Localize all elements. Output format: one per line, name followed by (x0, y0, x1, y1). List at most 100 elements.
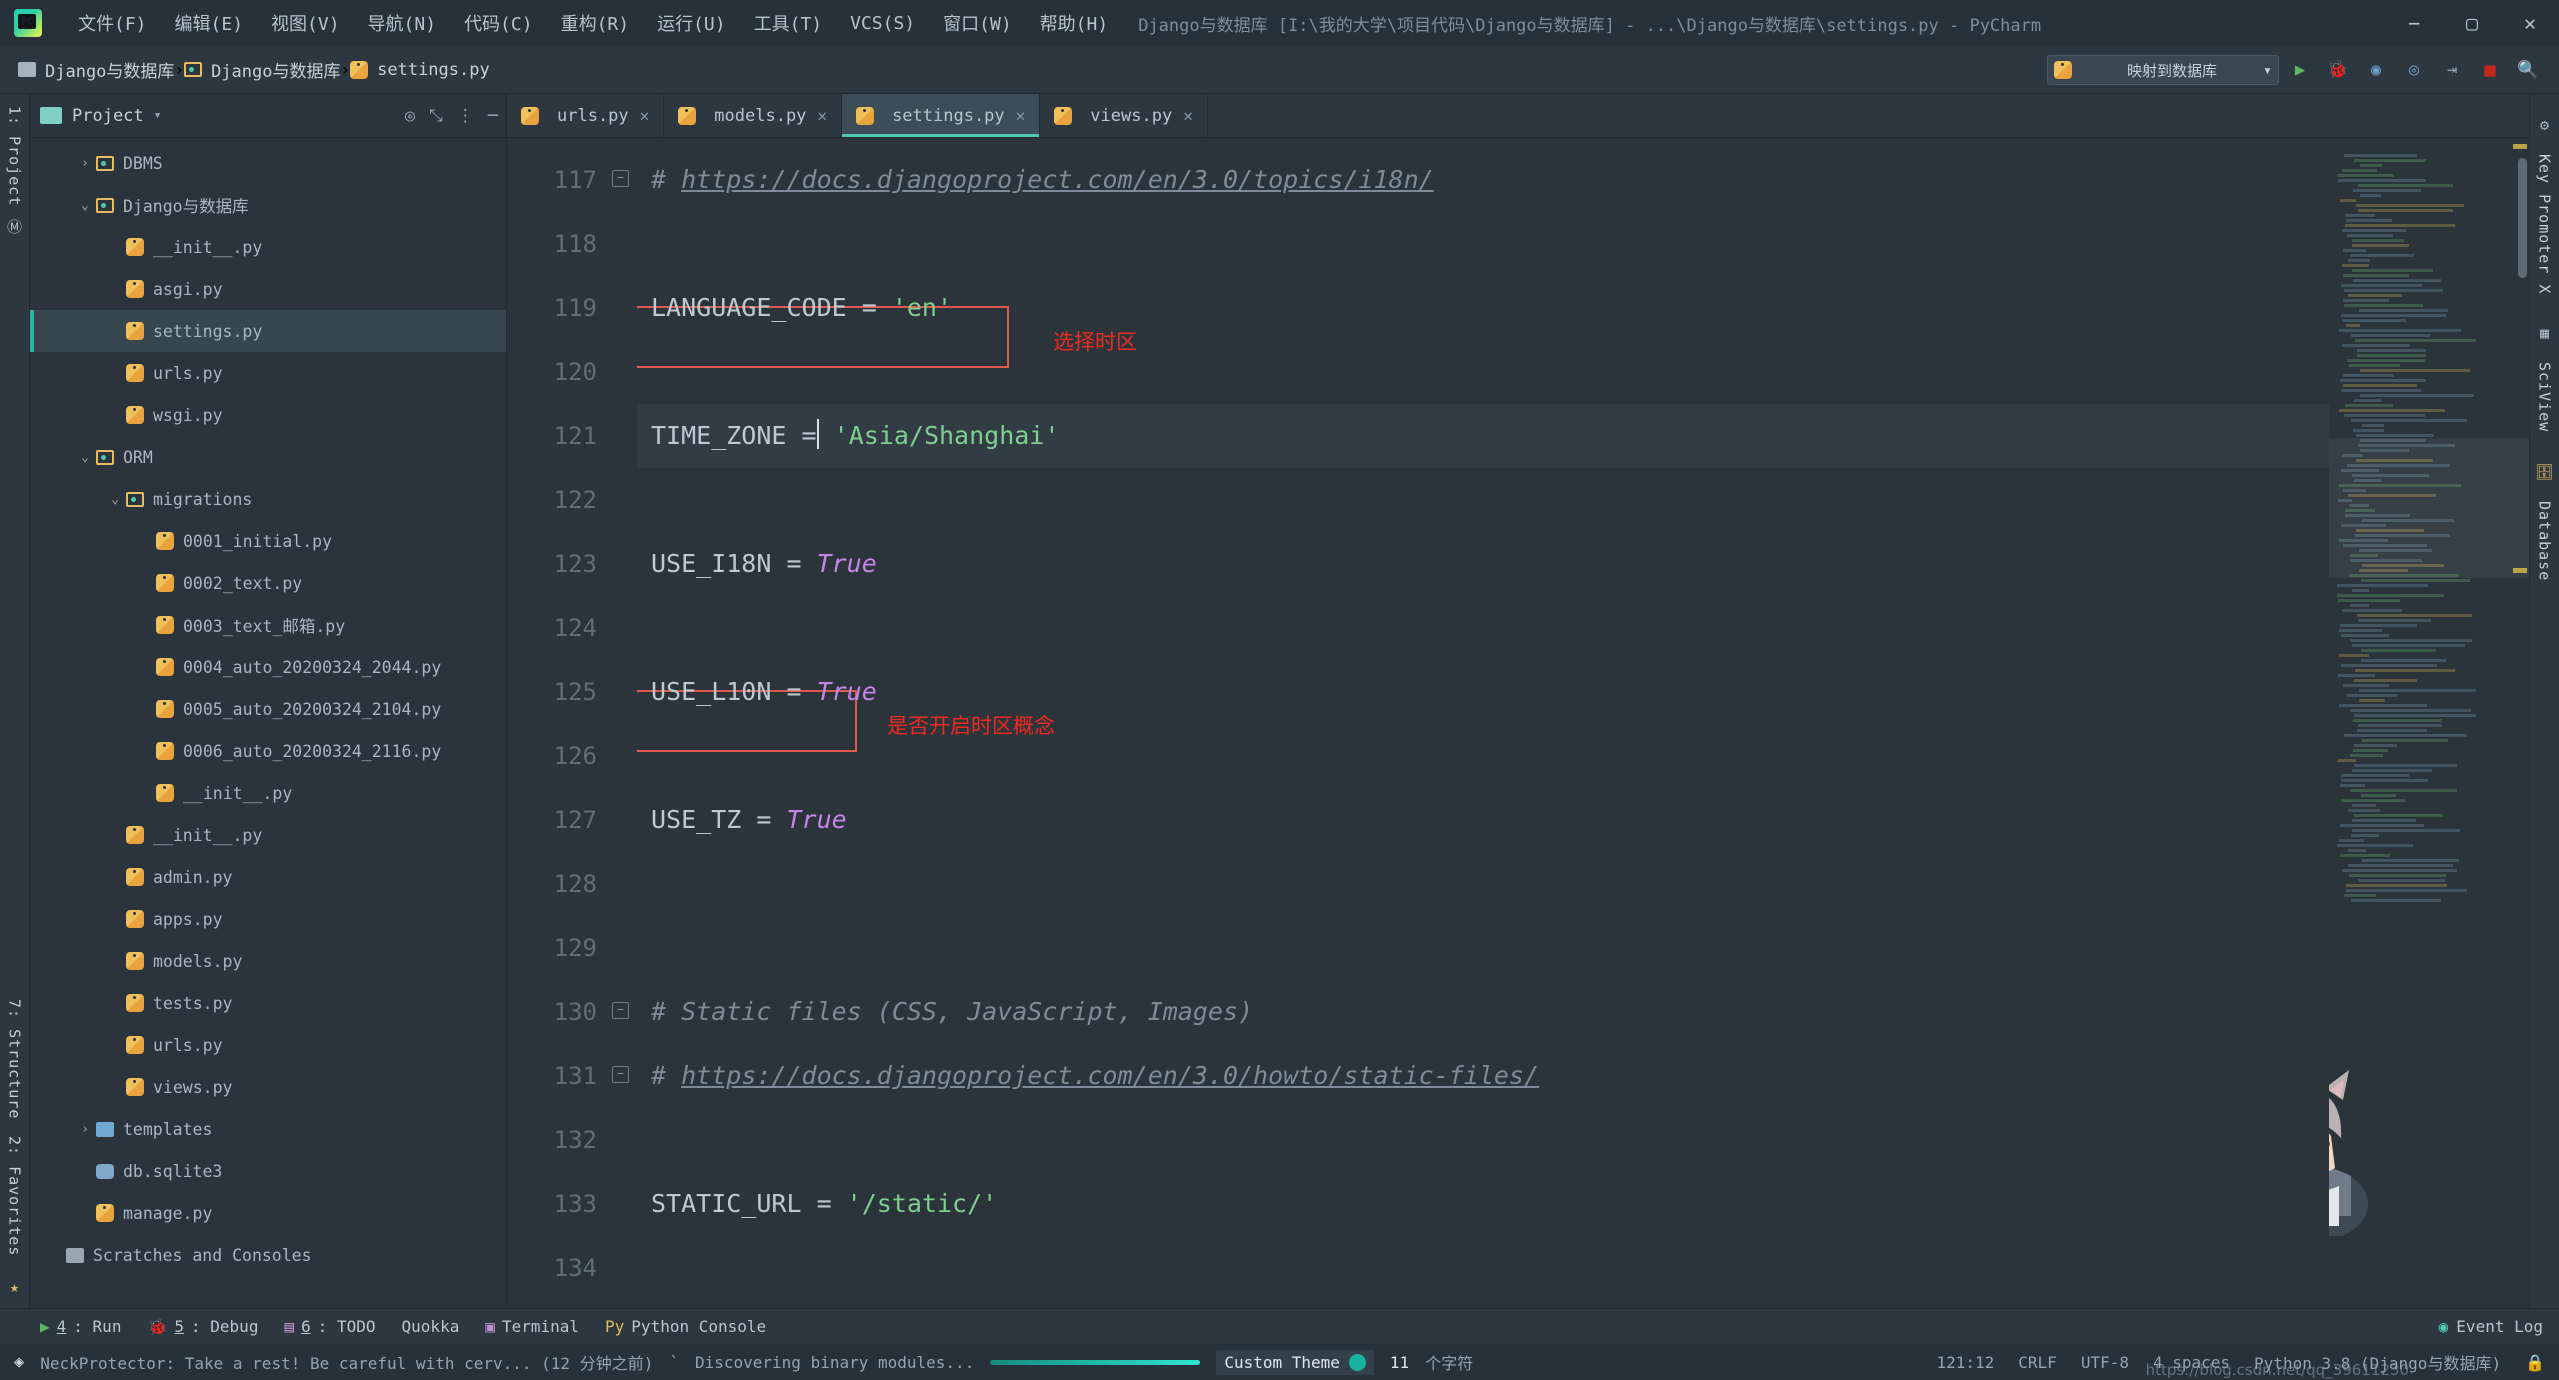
profile-icon[interactable]: ◎ (2397, 53, 2431, 87)
tree-item-django-[interactable]: ⌄Django与数据库 (30, 184, 506, 226)
line-number-126[interactable]: 126 (507, 724, 637, 788)
minimize-button[interactable]: − (2385, 0, 2443, 46)
collapse-icon[interactable]: ⤡ (429, 106, 443, 126)
code-line-120[interactable] (637, 340, 2329, 404)
code-line-133[interactable]: STATIC_URL = '/static/' (637, 1172, 2329, 1236)
tree-item-admin-py[interactable]: admin.py (30, 856, 506, 898)
fold-marker-icon[interactable]: − (612, 170, 629, 187)
theme-color-dot-icon[interactable] (1349, 1354, 1366, 1371)
chevron-down-icon[interactable]: ⌄ (74, 450, 96, 465)
status-message[interactable]: NeckProtector: Take a rest! Be careful w… (40, 1350, 653, 1374)
sidebar-item-database[interactable]: Database (2536, 501, 2554, 581)
line-number-117[interactable]: 117− (507, 148, 637, 212)
code-line-126[interactable] (637, 724, 2329, 788)
menu-item-4[interactable]: 代码(C) (450, 10, 547, 36)
tree-item--init-py[interactable]: __init__.py (30, 772, 506, 814)
code-editor[interactable]: 选择时区 是否开启时区概念 # https://docs.djangoproje… (637, 138, 2329, 1308)
code-line-134[interactable] (637, 1236, 2329, 1300)
run-icon[interactable]: ▶ (2283, 53, 2317, 87)
tree-item-0006-auto-20200324-2116-py[interactable]: 0006_auto_20200324_2116.py (30, 730, 506, 772)
chevron-down-icon[interactable]: ▾ (154, 108, 162, 123)
tab-close-icon[interactable]: ✕ (1016, 106, 1026, 125)
breadcrumb-item-0[interactable]: Django与数据库 (18, 57, 174, 82)
code-line-118[interactable] (637, 212, 2329, 276)
warning-marker[interactable] (2513, 568, 2527, 573)
fold-marker-icon[interactable]: − (612, 1002, 629, 1019)
menu-item-7[interactable]: 工具(T) (740, 10, 837, 36)
debug-icon[interactable]: 🐞 (2321, 53, 2355, 87)
maximize-button[interactable]: ▢ (2443, 0, 2501, 46)
tree-item-migrations[interactable]: ⌄migrations (30, 478, 506, 520)
tree-item-settings-py[interactable]: settings.py (30, 310, 506, 352)
run-configuration-selector[interactable]: 映射到数据库 ▾ (2047, 55, 2279, 85)
code-line-129[interactable] (637, 916, 2329, 980)
tree-item-tests-py[interactable]: tests.py (30, 982, 506, 1024)
tab-close-icon[interactable]: ✕ (1183, 106, 1193, 125)
line-number-123[interactable]: 123 (507, 532, 637, 596)
code-line-132[interactable] (637, 1108, 2329, 1172)
project-tree[interactable]: ›DBMS⌄Django与数据库__init__.pyasgi.pysettin… (30, 138, 506, 1308)
code-line-122[interactable] (637, 468, 2329, 532)
menu-item-2[interactable]: 视图(V) (257, 10, 354, 36)
tree-item-0003-text-py[interactable]: 0003_text_邮箱.py (30, 604, 506, 646)
tool-window-button--todo[interactable]: ▤6: TODO (284, 1317, 375, 1336)
tool-window-button-terminal[interactable]: ▣Terminal (485, 1317, 579, 1336)
tree-item-scratches-and-consoles[interactable]: Scratches and Consoles (30, 1234, 506, 1276)
tree-item-wsgi-py[interactable]: wsgi.py (30, 394, 506, 436)
editor-scrollbar[interactable] (2518, 158, 2527, 278)
close-button[interactable]: ✕ (2501, 0, 2559, 46)
chevron-right-icon[interactable]: › (74, 1122, 96, 1137)
grid-icon[interactable]: ▦ (2540, 324, 2549, 342)
theme-switcher[interactable]: Custom Theme (1216, 1350, 1374, 1375)
search-icon[interactable]: 🔍 (2511, 53, 2545, 87)
tree-item-apps-py[interactable]: apps.py (30, 898, 506, 940)
line-number-122[interactable]: 122 (507, 468, 637, 532)
coverage-icon[interactable]: ◉ (2359, 53, 2393, 87)
code-line-121[interactable]: TIME_ZONE = 'Asia/Shanghai' (637, 404, 2329, 468)
tab-close-icon[interactable]: ✕ (640, 106, 650, 125)
chevron-down-icon[interactable]: ⌄ (74, 198, 96, 213)
code-line-127[interactable]: USE_TZ = True (637, 788, 2329, 852)
tab-close-icon[interactable]: ✕ (817, 106, 827, 125)
event-log-button[interactable]: ◉Event Log (2439, 1317, 2543, 1336)
fold-marker-icon[interactable]: − (612, 1066, 629, 1083)
menu-item-1[interactable]: 编辑(E) (161, 10, 258, 36)
star-icon[interactable]: ★ (10, 1278, 19, 1296)
breadcrumb-item-1[interactable]: Django与数据库 (184, 57, 340, 82)
tool-window-button--debug[interactable]: 🐞5: Debug (147, 1317, 258, 1336)
chevron-right-icon[interactable]: › (74, 156, 96, 171)
lock-icon[interactable]: 🔒 (2525, 1353, 2545, 1372)
line-separator[interactable]: CRLF (2018, 1353, 2057, 1372)
module-icon[interactable]: Ⓜ (7, 216, 22, 237)
code-line-123[interactable]: USE_I18N = True (637, 532, 2329, 596)
hide-icon[interactable]: ─ (488, 106, 498, 126)
tab-views-py[interactable]: views.py✕ (1040, 94, 1208, 137)
tab-models-py[interactable]: models.py✕ (664, 94, 842, 137)
line-number-130[interactable]: 130− (507, 980, 637, 1044)
line-number-125[interactable]: 125 (507, 660, 637, 724)
sidebar-item-sciview[interactable]: SciView (2536, 362, 2554, 432)
sidebar-item-structure[interactable]: 7: Structure (6, 999, 24, 1119)
tree-item-dbms[interactable]: ›DBMS (30, 142, 506, 184)
code-line-128[interactable] (637, 852, 2329, 916)
code-line-130[interactable]: # Static files (CSS, JavaScript, Images) (637, 980, 2329, 1044)
tab-settings-py[interactable]: settings.py✕ (842, 94, 1040, 137)
line-number-134[interactable]: 134 (507, 1236, 637, 1300)
menu-item-0[interactable]: 文件(F) (64, 10, 161, 36)
tree-item-0004-auto-20200324-2044-py[interactable]: 0004_auto_20200324_2044.py (30, 646, 506, 688)
line-number-129[interactable]: 129 (507, 916, 637, 980)
attach-icon[interactable]: ⇥ (2435, 53, 2469, 87)
tool-window-button-python-console[interactable]: PyPython Console (605, 1317, 766, 1336)
menu-item-10[interactable]: 帮助(H) (1026, 10, 1123, 36)
line-number-118[interactable]: 118 (507, 212, 637, 276)
target-icon[interactable]: ◎ (405, 106, 415, 126)
menu-item-9[interactable]: 窗口(W) (929, 10, 1026, 36)
chevron-down-icon[interactable]: ⌄ (104, 492, 126, 507)
line-number-119[interactable]: 119 (507, 276, 637, 340)
tree-item-urls-py[interactable]: urls.py (30, 1024, 506, 1066)
sidebar-item-project[interactable]: 1: Project (6, 106, 24, 206)
tree-item--init-py[interactable]: __init__.py (30, 226, 506, 268)
menu-item-8[interactable]: VCS(S) (836, 13, 929, 34)
tree-item-manage-py[interactable]: manage.py (30, 1192, 506, 1234)
menu-item-6[interactable]: 运行(U) (643, 10, 740, 36)
